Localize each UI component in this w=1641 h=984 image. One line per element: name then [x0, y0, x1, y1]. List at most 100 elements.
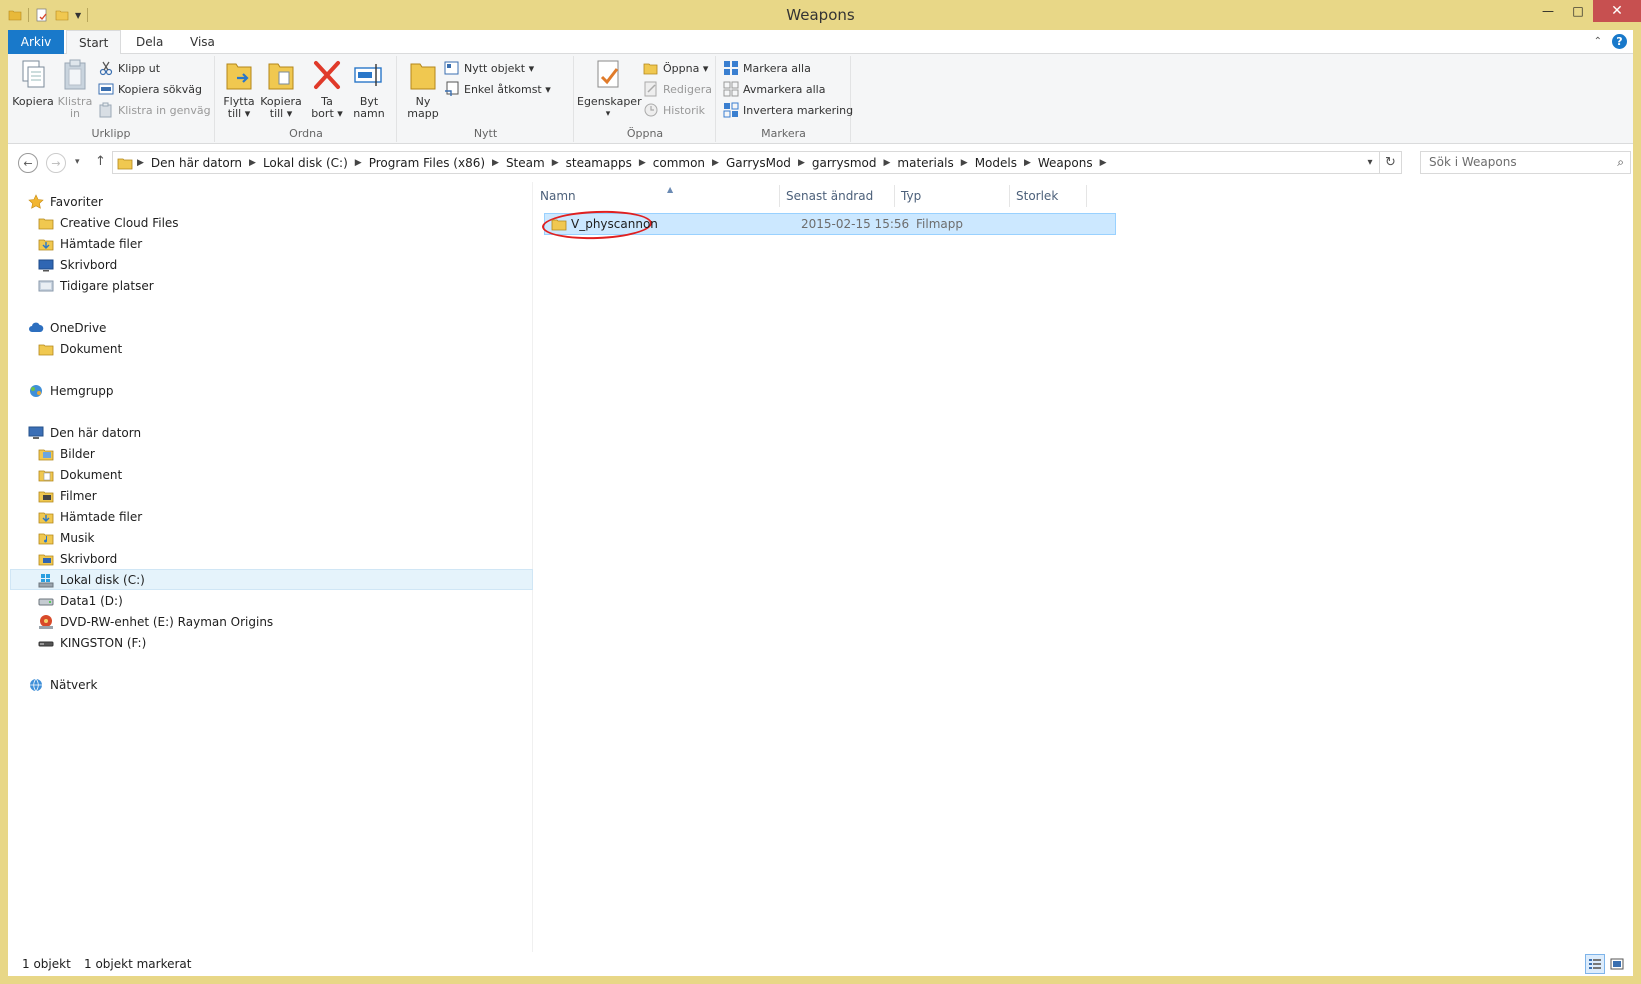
large-icons-view-button[interactable]	[1607, 954, 1627, 974]
enkel-atkomst-button[interactable]: Enkel åtkomst ▾	[444, 79, 551, 99]
ny-mapp-label-2: mapp	[407, 107, 439, 120]
breadcrumb-item[interactable]: common	[646, 156, 712, 170]
folder-icon	[38, 344, 54, 356]
tree-network[interactable]: Nätverk	[28, 675, 97, 695]
tree-item-onedrive-documents[interactable]: Dokument	[38, 339, 122, 359]
sort-ascending-icon: ▲	[667, 185, 674, 194]
breadcrumb-item[interactable]: materials	[890, 156, 960, 170]
tree-item-kingston-f[interactable]: KINGSTON (F:)	[38, 633, 146, 653]
redigera-button[interactable]: Redigera	[643, 79, 712, 99]
breadcrumb-item[interactable]: Lokal disk (C:)	[256, 156, 355, 170]
search-input[interactable]: Sök i Weapons ⌕	[1420, 151, 1631, 174]
back-button[interactable]: ←	[18, 153, 38, 173]
kopiera-till-button[interactable]: Kopiera till ▾	[260, 58, 302, 120]
tree-item-documents[interactable]: Dokument	[38, 465, 122, 485]
invertera-markering-button[interactable]: Invertera markering	[723, 100, 853, 120]
nytt-objekt-button[interactable]: Nytt objekt ▾	[444, 58, 534, 78]
tree-item-music[interactable]: Musik	[38, 528, 95, 548]
tree-item-pc-downloads[interactable]: Hämtade filer	[38, 507, 142, 527]
tree-label: Den här datorn	[50, 426, 142, 440]
tree-label: OneDrive	[50, 321, 107, 335]
dvd-drive-icon	[39, 615, 53, 629]
tree-item-pictures[interactable]: Bilder	[38, 444, 95, 464]
kopiera-sokvag-label: Kopiera sökväg	[118, 82, 203, 96]
tab-dela[interactable]: Dela	[124, 30, 175, 54]
tree-onedrive[interactable]: OneDrive	[28, 318, 106, 338]
help-icon[interactable]: ?	[1612, 34, 1627, 49]
redigera-label: Redigera	[663, 82, 712, 96]
details-view-button[interactable]	[1585, 954, 1605, 974]
tab-visa[interactable]: Visa	[178, 30, 227, 54]
byt-namn-button[interactable]: Byt namn	[348, 58, 390, 120]
egenskaper-label: Egenskaper	[577, 95, 642, 108]
egenskaper-button[interactable]: Egenskaper ▾	[577, 58, 642, 120]
tree-item-dvd-e[interactable]: DVD-RW-enhet (E:) Rayman Origins	[38, 612, 273, 632]
klipp-ut-button[interactable]: Klipp ut	[98, 58, 160, 78]
tab-arkiv[interactable]: Arkiv	[8, 30, 64, 54]
tree-item-creative-cloud[interactable]: Creative Cloud Files	[38, 213, 179, 233]
column-label: Storlek	[1016, 189, 1059, 203]
tree-item-recent-places[interactable]: Tidigare platser	[38, 276, 154, 296]
address-bar[interactable]: ▶ Den här datorn ▶ Lokal disk (C:) ▶ Pro…	[112, 151, 1402, 174]
tree-item-data1-d[interactable]: Data1 (D:)	[38, 591, 123, 611]
tree-item-desktop[interactable]: Skrivbord	[38, 255, 117, 275]
view-switcher	[1585, 954, 1627, 974]
oppna-button[interactable]: Öppna ▾	[643, 58, 708, 78]
new-item-icon	[444, 61, 459, 75]
search-icon[interactable]: ⌕	[1617, 155, 1624, 170]
breadcrumb-item[interactable]: Models	[968, 156, 1024, 170]
column-header-senast-andrad[interactable]: Senast ändrad	[780, 185, 895, 207]
minimize-button[interactable]: —	[1533, 0, 1563, 22]
paste-shortcut-icon	[99, 102, 112, 118]
flytta-till-button[interactable]: Flytta till ▾	[218, 58, 260, 120]
klistra-in-button[interactable]: Klistra in	[54, 58, 96, 120]
ta-bort-button[interactable]: Ta bort ▾	[306, 58, 348, 120]
move-to-icon	[226, 63, 252, 90]
tree-label: Skrivbord	[60, 258, 118, 272]
breadcrumb-item[interactable]: Den här datorn	[144, 156, 249, 170]
recent-locations-button[interactable]: ▾	[75, 157, 80, 167]
group-nytt: Ny mapp Nytt objekt ▾ Enkel åtkomst ▾ Ny…	[398, 56, 574, 142]
tree-item-downloads[interactable]: Hämtade filer	[38, 234, 142, 254]
tree-this-pc[interactable]: Den här datorn	[28, 423, 141, 443]
breadcrumb-item[interactable]: GarrysMod	[719, 156, 798, 170]
maximize-button[interactable]: □	[1563, 0, 1593, 22]
breadcrumb-item[interactable]: garrysmod	[805, 156, 884, 170]
tree-item-videos[interactable]: Filmer	[38, 486, 97, 506]
breadcrumb-item[interactable]: Weapons	[1031, 156, 1100, 170]
group-oppna: Egenskaper ▾ Öppna ▾ Redigera Historik Ö…	[575, 56, 716, 142]
refresh-button[interactable]: ↻	[1379, 152, 1401, 173]
tree-item-pc-desktop[interactable]: Skrivbord	[38, 549, 117, 569]
folder-icon	[117, 158, 133, 169]
tab-start[interactable]: Start	[66, 30, 122, 55]
up-button[interactable]: ↑	[95, 154, 106, 169]
tree-label: Filmer	[60, 489, 97, 503]
column-header-typ[interactable]: Typ	[895, 185, 1010, 207]
address-dropdown-icon[interactable]: ▾	[1361, 157, 1379, 168]
enkel-atkomst-label: Enkel åtkomst ▾	[464, 82, 551, 96]
table-row[interactable]: V_physcannon 2015-02-15 15:56 Filmapp	[541, 209, 1116, 241]
tree-label: Skrivbord	[60, 552, 118, 566]
column-header-namn[interactable]: Namn ▲	[534, 185, 780, 207]
windows-drive-icon	[38, 574, 54, 588]
breadcrumb-item[interactable]: Program Files (x86)	[362, 156, 492, 170]
breadcrumb-item[interactable]: steamapps	[559, 156, 639, 170]
details-view-icon	[1589, 959, 1601, 969]
markera-alla-button[interactable]: Markera alla	[723, 58, 811, 78]
ny-mapp-button[interactable]: Ny mapp	[402, 58, 444, 120]
copy-path-icon	[98, 83, 114, 95]
historik-button[interactable]: Historik	[643, 100, 705, 120]
tree-item-local-disk-c[interactable]: Lokal disk (C:)	[38, 570, 145, 590]
tree-favorites[interactable]: Favoriter	[28, 192, 103, 212]
forward-button[interactable]: →	[46, 153, 66, 173]
close-button[interactable]: ✕	[1593, 0, 1641, 22]
tree-label: Nätverk	[50, 678, 98, 692]
tree-homegroup[interactable]: Hemgrupp	[28, 381, 114, 401]
breadcrumb-item[interactable]: Steam	[499, 156, 552, 170]
kopiera-sokvag-button[interactable]: Kopiera sökväg	[98, 79, 202, 99]
avmarkera-alla-button[interactable]: Avmarkera alla	[723, 79, 825, 99]
kopiera-button[interactable]: Kopiera	[12, 58, 54, 108]
klistra-in-genvag-button[interactable]: Klistra in genväg	[98, 100, 211, 120]
minimize-ribbon-icon[interactable]: ⌃	[1594, 36, 1602, 47]
column-header-storlek[interactable]: Storlek	[1010, 185, 1087, 207]
